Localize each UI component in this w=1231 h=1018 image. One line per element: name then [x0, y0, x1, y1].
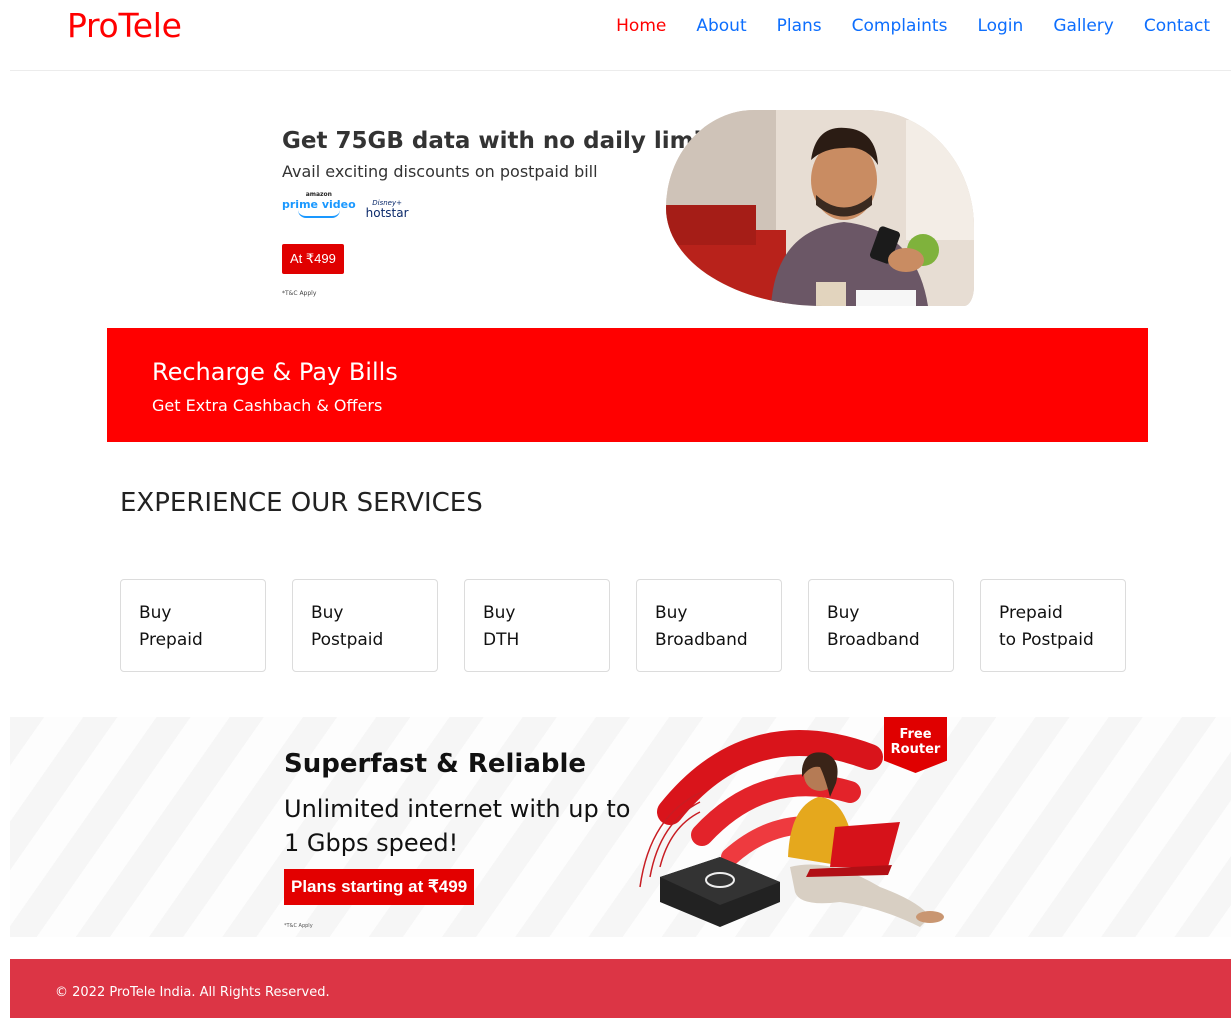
copyright-text: © 2022 ProTele India. All Rights Reserve… [55, 985, 330, 1000]
service-card-buy-broadband[interactable]: Buy Broadband [636, 579, 782, 672]
service-card-prepaid-to-postpaid[interactable]: Prepaid to Postpaid [980, 579, 1126, 672]
service-card-line1: Prepaid [999, 603, 1063, 623]
service-card-line1: Buy [311, 603, 344, 623]
nav-link-complaints[interactable]: Complaints [852, 15, 948, 37]
promo-title: Get 75GB data with no daily limit [282, 128, 713, 154]
nav-links: Home About Plans Complaints Login Galler… [586, 15, 1210, 37]
nav-link-home[interactable]: Home [616, 15, 666, 37]
hotstar-logo: Disney+ hotstar [365, 199, 409, 220]
partner-logos: amazon prime video Disney+ hotstar [282, 190, 409, 220]
service-card-line1: Buy [655, 603, 688, 623]
service-card-buy-broadband-2[interactable]: Buy Broadband [808, 579, 954, 672]
promo-subtitle: Avail exciting discounts on postpaid bil… [282, 162, 598, 181]
service-card-line2: to Postpaid [999, 630, 1094, 650]
service-card-line2: Postpaid [311, 630, 384, 650]
services-heading: EXPERIENCE OUR SERVICES [120, 488, 483, 518]
services-list: Buy Prepaid Buy Postpaid Buy DTH Buy Bro… [120, 579, 1126, 672]
man-with-phone-photo [666, 110, 974, 306]
recharge-subtitle: Get Extra Cashbach & Offers [152, 396, 383, 415]
promo-banner-postpaid[interactable]: Get 75GB data with no daily limit Avail … [260, 110, 980, 310]
prime-video-logo: amazon prime video [282, 190, 356, 218]
service-card-line2: Prepaid [139, 630, 203, 650]
service-card-line1: Buy [139, 603, 172, 623]
nav-link-about[interactable]: About [696, 15, 746, 37]
promo-banner-broadband[interactable]: Superfast & Reliable Unlimited internet … [10, 717, 1231, 937]
tc-note: *T&C Apply [284, 923, 313, 929]
broadband-subtitle: Unlimited internet with up to 1 Gbps spe… [284, 795, 631, 857]
price-button[interactable]: At ₹499 [282, 244, 344, 274]
service-card-line2: DTH [483, 630, 520, 650]
service-card-line2: Broadband [655, 630, 748, 650]
tc-note: *T&C Apply [282, 290, 317, 297]
service-card-buy-prepaid[interactable]: Buy Prepaid [120, 579, 266, 672]
service-card-buy-postpaid[interactable]: Buy Postpaid [292, 579, 438, 672]
service-card-line2: Broadband [827, 630, 920, 650]
service-card-line1: Buy [483, 603, 516, 623]
service-card-buy-dth[interactable]: Buy DTH [464, 579, 610, 672]
nav-link-contact[interactable]: Contact [1144, 15, 1210, 37]
navbar: ProTele Home About Plans Complaints Logi… [10, 0, 1231, 71]
nav-link-login[interactable]: Login [977, 15, 1023, 37]
footer: © 2022 ProTele India. All Rights Reserve… [10, 959, 1231, 1018]
nav-link-gallery[interactable]: Gallery [1053, 15, 1114, 37]
brand-logo[interactable]: ProTele [67, 6, 182, 45]
plans-starting-button[interactable]: Plans starting at ₹499 [284, 869, 475, 905]
recharge-banner[interactable]: Recharge & Pay Bills Get Extra Cashbach … [107, 328, 1148, 442]
broadband-title: Superfast & Reliable [284, 749, 587, 779]
nav-link-plans[interactable]: Plans [777, 15, 822, 37]
recharge-title: Recharge & Pay Bills [152, 358, 398, 386]
service-card-line1: Buy [827, 603, 860, 623]
